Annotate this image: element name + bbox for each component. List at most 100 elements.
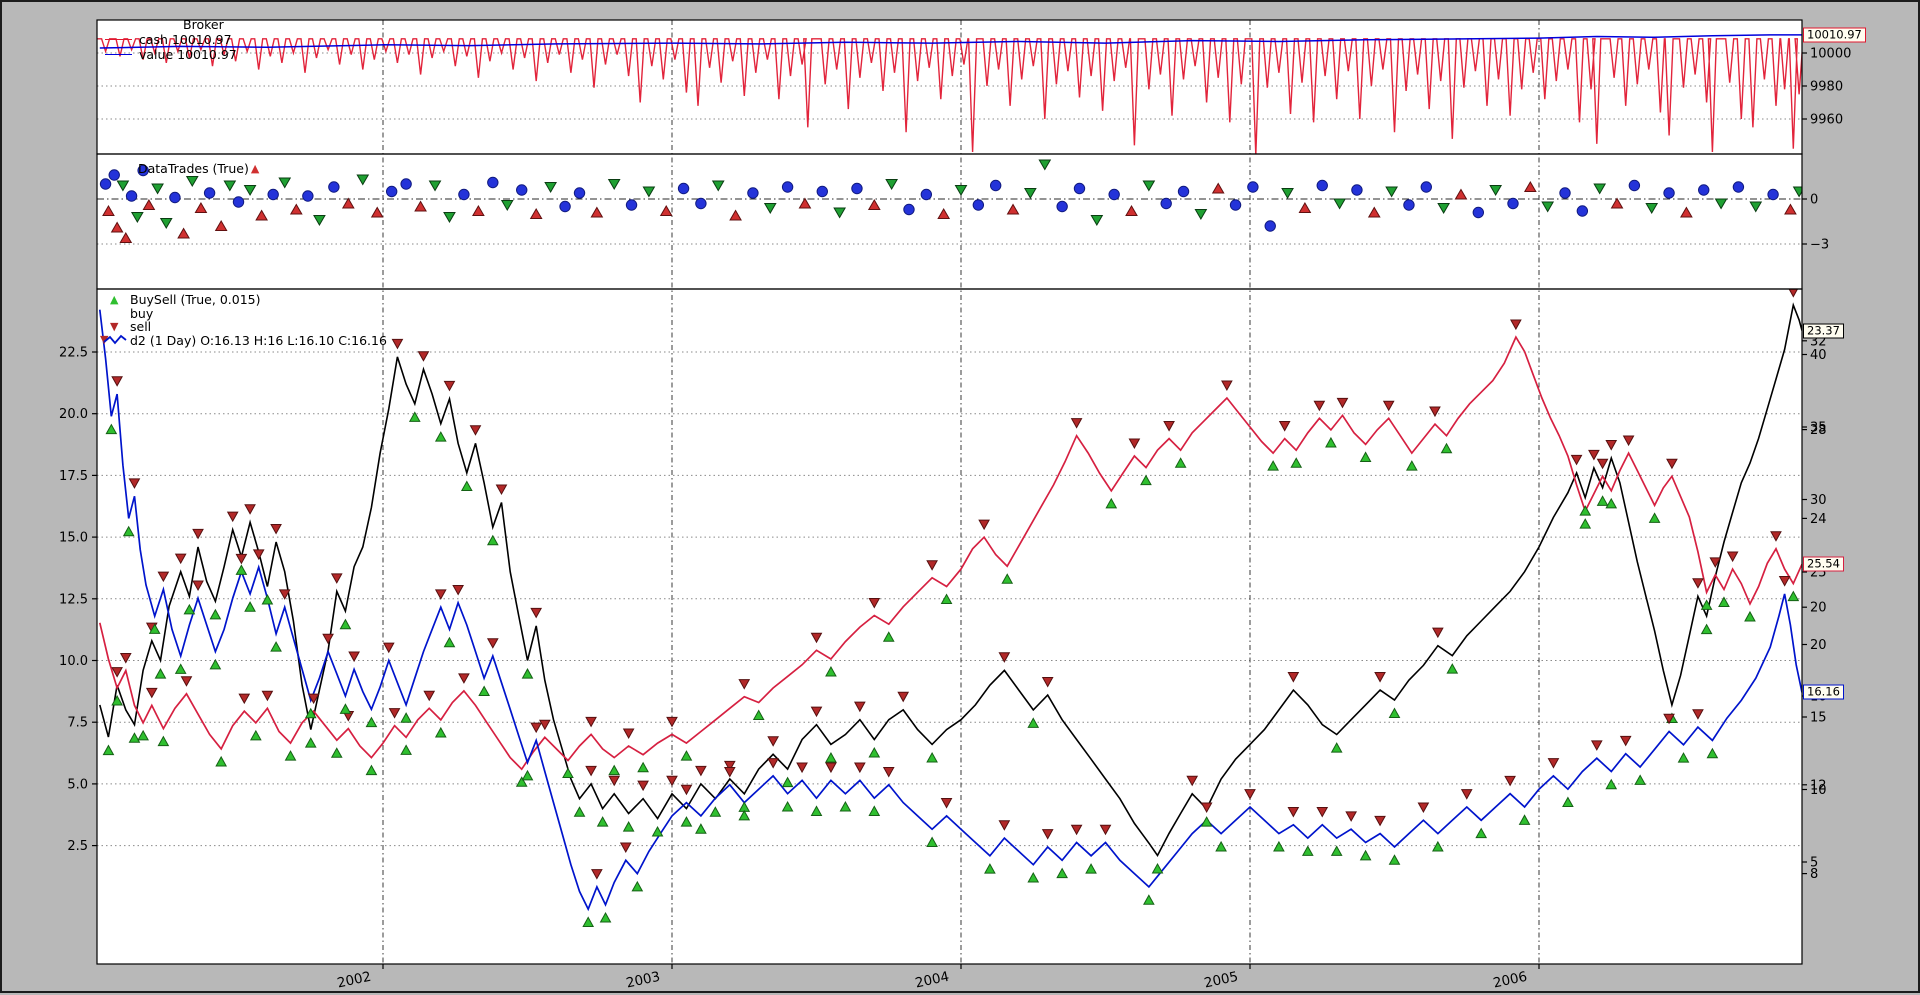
broker-legend-value-label: value 10010.97	[139, 47, 237, 62]
trade-marker-circle	[1664, 188, 1674, 198]
buysell-legend-sell-row: ▼ sell	[100, 320, 387, 334]
trade-marker-circle	[488, 177, 498, 187]
x-tick-label: 2005	[1203, 969, 1240, 992]
sell-triangle-down-icon: ▼	[110, 322, 118, 332]
trade-marker-circle	[1074, 183, 1084, 193]
d2-line-swatch-icon	[102, 334, 128, 346]
trade-marker-circle	[1230, 200, 1240, 210]
y-tick-label-right: 24	[1810, 512, 1827, 527]
broker-legend-cash-row: cash 10010.97	[105, 32, 237, 47]
trade-marker-circle	[574, 188, 584, 198]
buysell-legend-d2-row: ▼ d2 (1 Day) O:16.13 H:16 L:16.10 C:16.1…	[100, 334, 387, 348]
y-tick-label-right: 20	[1810, 601, 1827, 616]
buysell-legend-d2-label: d2 (1 Day) O:16.13 H:16 L:16.10 C:16.16	[130, 333, 387, 348]
trade-marker-circle	[1699, 185, 1709, 195]
trade-marker-circle	[1629, 180, 1639, 190]
trade-marker-circle	[852, 183, 862, 193]
trade-marker-circle	[817, 186, 827, 196]
y-tick-label-left: 17.5	[59, 469, 88, 484]
broker-legend-value-row: value 10010.97	[105, 47, 237, 62]
panel-bg-1	[97, 154, 1802, 289]
y-tick-label-left: 7.5	[67, 716, 88, 731]
y-tick-label-left: 12.5	[59, 592, 88, 607]
cash-line-swatch-icon	[105, 39, 132, 40]
buysell-legend-title-row: ▲ BuySell (True, 0.015)	[100, 293, 387, 307]
axis-value-tag: 23.37	[1803, 323, 1844, 338]
y-tick-label-right: 0	[1810, 193, 1818, 208]
y-tick-label-left: 22.5	[59, 346, 88, 361]
y-tick-label-right: 9980	[1810, 80, 1843, 95]
trade-marker-circle	[973, 200, 983, 210]
trade-marker-circle	[517, 185, 527, 195]
trade-marker-circle	[921, 189, 931, 199]
trade-marker-circle	[1560, 188, 1570, 198]
trade-marker-circle	[1057, 201, 1067, 211]
trade-marker-circle	[782, 182, 792, 192]
trade-marker-circle	[1768, 189, 1778, 199]
y-tick-label-right: 28	[1810, 423, 1827, 438]
y-tick-label-left: 5.0	[67, 777, 88, 792]
broker-legend-title-row: Broker	[105, 17, 237, 32]
value-line-swatch-icon	[105, 54, 132, 55]
x-tick-label: 2004	[914, 969, 951, 992]
trade-marker-circle	[1109, 189, 1119, 199]
y-tick-label-right: 10000	[1810, 47, 1851, 62]
y-tick-label-left: 20.0	[59, 407, 88, 422]
y-tick-label-right: 40	[1810, 348, 1827, 363]
buy-triangle-up-icon: ▲	[110, 295, 118, 305]
trade-marker-circle	[233, 197, 243, 207]
panel-bg-2	[97, 289, 1802, 964]
trade-marker-circle	[386, 186, 396, 196]
trade-marker-circle	[1161, 198, 1171, 208]
trade-marker-circle	[1404, 200, 1414, 210]
chart-canvas: 10000998099600−3403530252015105322824201…	[2, 2, 1920, 995]
trade-marker-circle	[1178, 186, 1188, 196]
trade-marker-circle	[678, 183, 688, 193]
broker-legend-title: Broker	[139, 17, 224, 32]
x-tick-label: 2006	[1492, 969, 1529, 992]
axis-value-tag: 25.54	[1803, 557, 1844, 572]
y-tick-label-right: 20	[1810, 638, 1827, 653]
broker-legend: Broker cash 10010.97 value 10010.97	[105, 17, 237, 62]
trade-marker-circle	[100, 179, 110, 189]
axis-value-tag: 16.16	[1803, 685, 1844, 700]
trade-marker-circle	[170, 192, 180, 202]
trade-marker-circle	[1265, 221, 1275, 231]
trade-marker-circle	[109, 170, 119, 180]
buysell-legend-buy-row: buy	[100, 307, 387, 321]
trade-marker-circle	[560, 201, 570, 211]
y-tick-label-right: 9960	[1810, 113, 1843, 128]
trade-marker-circle	[990, 180, 1000, 190]
datatrades-legend-title: DataTrades (True)	[138, 161, 249, 176]
y-tick-label-right: 8	[1810, 867, 1818, 882]
trade-marker-circle	[459, 189, 469, 199]
trade-marker-circle	[1421, 182, 1431, 192]
trade-marker-circle	[1508, 198, 1518, 208]
x-tick-label: 2002	[336, 969, 373, 992]
y-tick-label-right: 15	[1810, 711, 1827, 726]
trade-marker-circle	[1577, 206, 1587, 216]
trade-marker-circle	[696, 198, 706, 208]
broker-legend-cash-label: cash 10010.97	[139, 32, 232, 47]
trade-marker-circle	[1473, 207, 1483, 217]
datatrades-legend: DataTrades (True) ▲	[138, 161, 259, 176]
trade-marker-circle	[303, 191, 313, 201]
trade-marker-circle	[626, 200, 636, 210]
trade-marker-circle	[904, 204, 914, 214]
y-tick-label-right: −3	[1810, 238, 1829, 253]
y-tick-label-right: 30	[1810, 493, 1827, 508]
trade-marker-circle	[268, 189, 278, 199]
trade-marker-circle	[204, 188, 214, 198]
y-tick-label-left: 10.0	[59, 654, 88, 669]
trade-triangle-up-icon: ▲	[251, 164, 259, 174]
trade-marker-circle	[1352, 185, 1362, 195]
y-tick-label-right: 12	[1810, 778, 1827, 793]
buysell-legend: ▲ BuySell (True, 0.015) buy ▼ sell ▼ d2 …	[100, 293, 387, 347]
trade-marker-circle	[1317, 180, 1327, 190]
trade-marker-circle	[748, 188, 758, 198]
trade-marker-circle	[401, 179, 411, 189]
y-tick-label-left: 2.5	[67, 839, 88, 854]
trade-marker-circle	[126, 191, 136, 201]
trade-marker-circle	[1248, 182, 1258, 192]
trade-marker-circle	[1733, 182, 1743, 192]
